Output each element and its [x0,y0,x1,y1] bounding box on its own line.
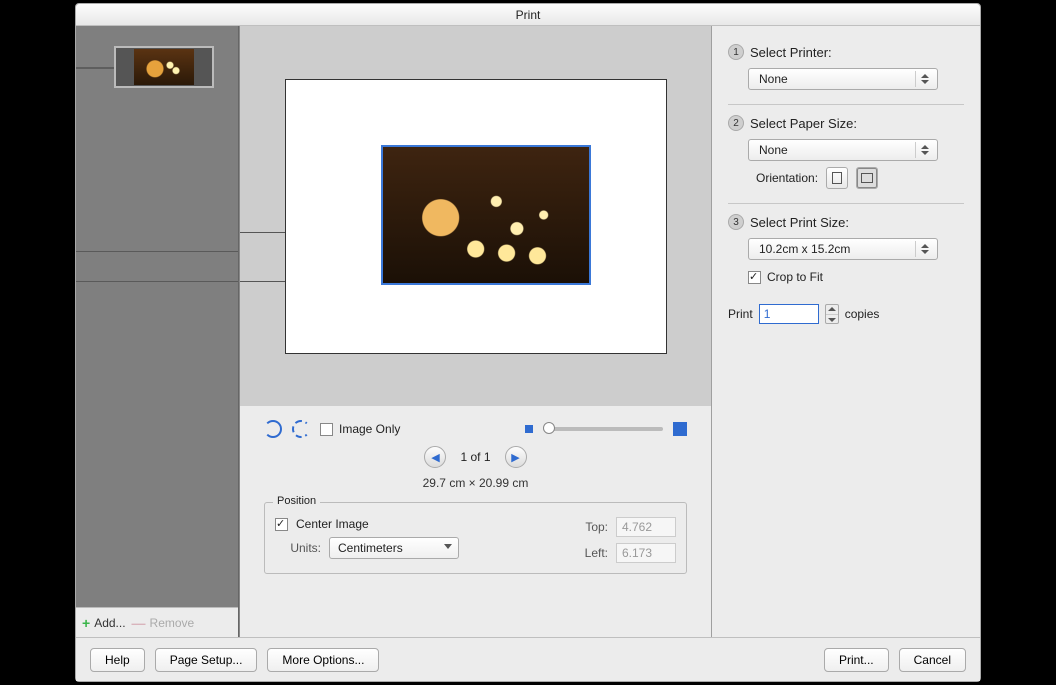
divider [728,104,964,105]
select-arrows-icon [915,142,933,158]
print-size-value: 10.2cm x 15.2cm [759,242,850,256]
image-only-checkbox[interactable] [320,423,333,436]
step-print-size: 3 Select Print Size: 10.2cm x 15.2cm Cro… [728,214,964,324]
top-label: Top: [562,520,608,534]
orientation-label: Orientation: [756,171,818,185]
add-label: Add... [94,616,125,630]
position-legend: Position [273,495,320,507]
preview-pane: Image Only ◀ 1 of 1 ▶ [239,26,712,637]
add-button[interactable]: + Add... [82,615,126,631]
step-3-badge: 3 [728,214,744,230]
help-button[interactable]: Help [90,648,145,672]
image-on-paper[interactable] [381,145,591,285]
paper-preview [285,79,667,354]
print-button[interactable]: Print... [824,648,889,672]
thumbnail-toolbar: + Add... — Remove [76,607,238,637]
zoom-slider-knob[interactable] [543,422,555,434]
control-row-1: Image Only [264,420,687,438]
page-counter: 1 of 1 [460,450,490,464]
dialog-footer: Help Page Setup... More Options... Print… [76,637,980,681]
cancel-button[interactable]: Cancel [899,648,966,672]
center-image-checkbox[interactable] [275,518,288,531]
paper-dimensions: 29.7 cm × 20.99 cm [264,476,687,490]
preview-controls: Image Only ◀ 1 of 1 ▶ [240,406,711,637]
chevron-left-icon: ◀ [431,451,439,464]
rotate-ccw-icon[interactable] [264,420,282,438]
page-setup-button[interactable]: Page Setup... [155,648,258,672]
paper-size-select[interactable]: None [748,139,938,161]
dialog-content: + Add... — Remove [76,26,980,637]
zoom-slider[interactable] [543,427,663,431]
stepper-down-icon[interactable] [826,315,838,324]
step-paper: 2 Select Paper Size: None Orientation: [728,115,964,189]
thumbnail-item[interactable] [114,46,214,88]
printer-select[interactable]: None [748,68,938,90]
image-only-label: Image Only [339,422,400,436]
copies-suffix: copies [845,307,880,321]
minus-icon: — [132,615,146,631]
settings-pane: 1 Select Printer: None 2 Select Paper Si… [712,26,980,637]
orientation-landscape-button[interactable] [856,167,878,189]
divider [76,251,238,252]
remove-button: — Remove [132,615,195,631]
crop-to-fit-label: Crop to Fit [767,270,823,284]
units-select[interactable]: Centimeters [329,537,459,559]
orientation-portrait-button[interactable] [826,167,848,189]
step-1-badge: 1 [728,44,744,60]
divider [76,281,238,282]
landscape-icon [861,173,873,183]
step-printer: 1 Select Printer: None [728,44,964,90]
print-size-select[interactable]: 10.2cm x 15.2cm [748,238,938,260]
select-arrows-icon [915,241,933,257]
step-2-label: Select Paper Size: [750,116,857,131]
thumbnail-image [134,49,194,85]
position-group: Position Center Image Units: Centimeters [264,502,687,574]
step-3-label: Select Print Size: [750,215,849,230]
plus-icon: + [82,615,90,631]
divider [728,203,964,204]
chevron-right-icon: ▶ [511,451,519,464]
left-input [616,543,676,563]
rotate-cw-icon[interactable] [292,420,310,438]
thumbnail-connector [76,67,114,69]
printer-value: None [759,72,788,86]
units-value: Centimeters [338,541,403,555]
step-2-badge: 2 [728,115,744,131]
zoom-out-icon[interactable] [525,425,533,433]
paper-size-value: None [759,143,788,157]
crop-to-fit-checkbox[interactable] [748,271,761,284]
thumbnail-pane: + Add... — Remove [76,26,239,637]
window-title: Print [76,4,980,26]
copies-prefix: Print [728,307,753,321]
more-options-button[interactable]: More Options... [267,648,379,672]
print-dialog: Print + Add... — Remove [75,3,981,682]
portrait-icon [832,172,842,184]
select-arrows-icon [915,71,933,87]
remove-label: Remove [150,616,195,630]
left-label: Left: [562,546,608,560]
center-image-label: Center Image [296,517,369,531]
units-label: Units: [275,541,321,555]
next-page-button[interactable]: ▶ [505,446,527,468]
zoom-in-icon[interactable] [673,422,687,436]
prev-page-button[interactable]: ◀ [424,446,446,468]
stepper-up-icon[interactable] [826,305,838,315]
thumbnail-area [76,26,238,605]
top-input [616,517,676,537]
step-1-label: Select Printer: [750,45,832,60]
preview-area [240,26,711,406]
copies-input[interactable] [759,304,819,324]
copies-stepper[interactable] [825,304,839,324]
page-nav-row: ◀ 1 of 1 ▶ [264,446,687,468]
